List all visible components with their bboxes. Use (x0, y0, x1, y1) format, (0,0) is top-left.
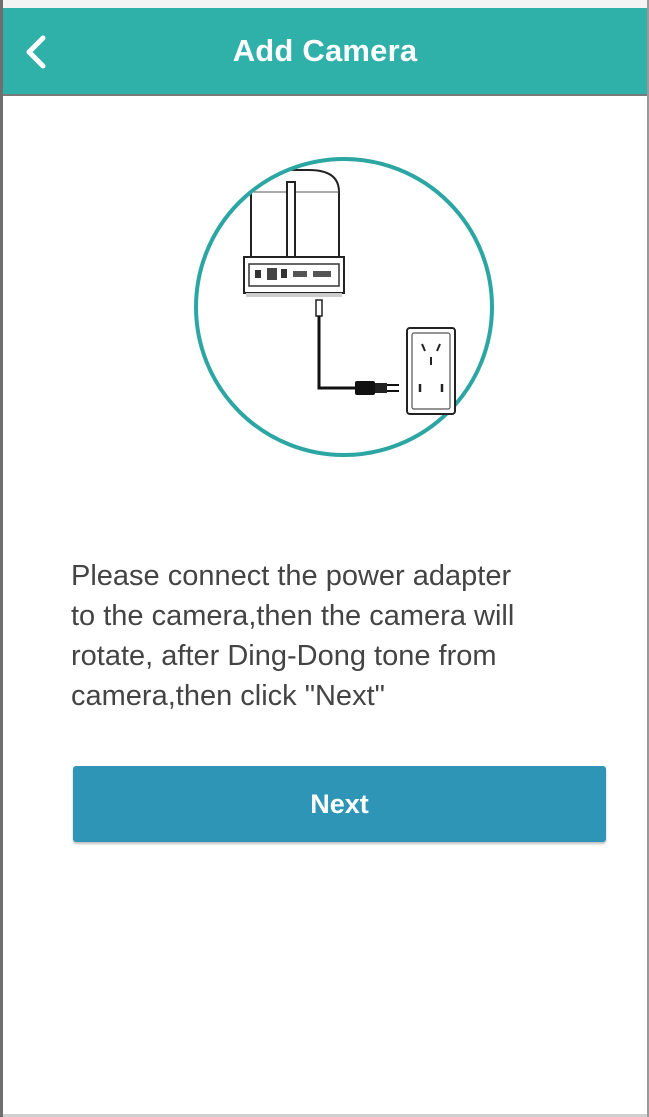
header-bar: Add Camera (3, 8, 647, 96)
page-title: Add Camera (232, 33, 418, 68)
next-button[interactable]: Next (73, 766, 606, 842)
camera-icon (243, 169, 345, 297)
camera-plug-illustration (189, 152, 499, 462)
wall-socket-icon (406, 327, 456, 415)
instruction-text: Please connect the power adapter to the … (71, 560, 515, 712)
status-bar-edge (3, 0, 647, 8)
add-camera-screen: Add Camera Please connect the power adap… (0, 0, 649, 1117)
